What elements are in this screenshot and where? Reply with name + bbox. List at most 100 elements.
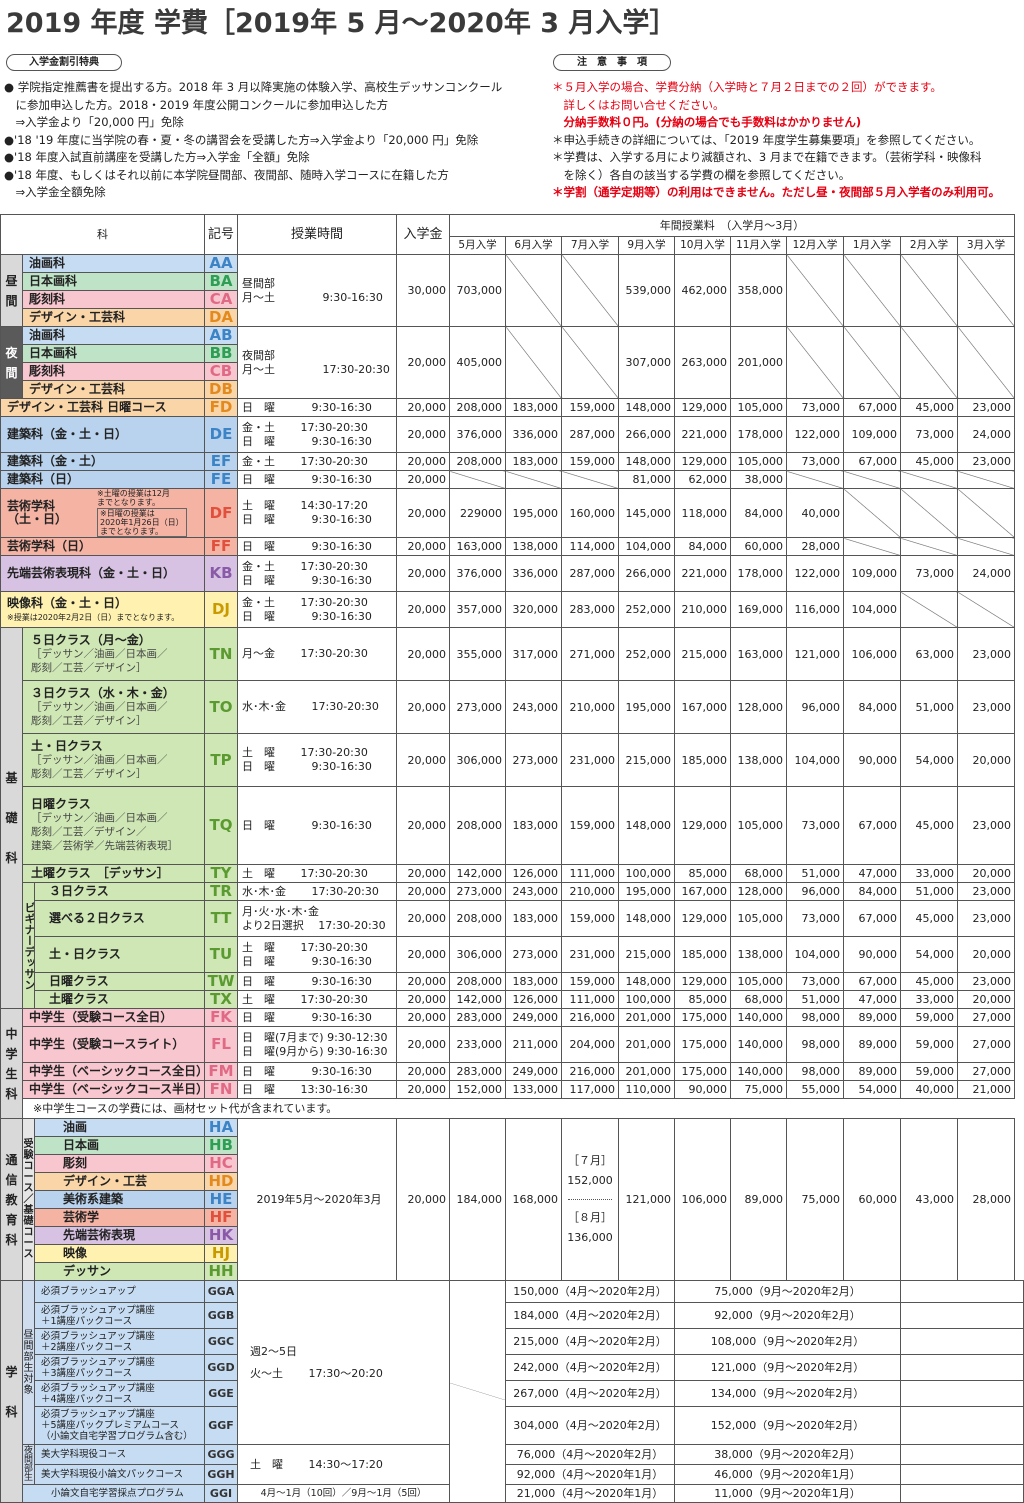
class-time: 週2〜5日 火〜土 17:30〜20:20 (237, 1280, 450, 1445)
entrance-fee: 20,000 (396, 900, 450, 937)
entrance-fee: 20,000 (396, 864, 450, 883)
empty-cell (786, 470, 844, 489)
fee-range-a: 267,000（4月〜2020年2月） (505, 1380, 675, 1407)
course-name: 日本画 (34, 1136, 205, 1155)
course-code: TY (204, 864, 238, 883)
fee-cell: 168,000 (505, 1118, 562, 1281)
fee-cell: 208,000 (449, 398, 506, 417)
empty-cell (900, 1444, 1024, 1465)
fee-cell: 23,000 (956, 398, 1016, 417)
empty-cell (900, 488, 958, 538)
fee-cell: 51,000 (786, 990, 844, 1009)
table-row: 学科昼間部生対象必須ブラッシュアップ GGA 週2〜5日 火〜土 17:30〜20:2… (0, 1280, 1024, 1503)
section-label: 昼間 (0, 254, 23, 327)
fee-cell: 184,000 (449, 1118, 506, 1281)
fee-cell: 159,000 (561, 900, 619, 937)
course-code: HK (204, 1226, 238, 1245)
class-time: 土 曜 14:30-17:20 日 曜 9:30-16:30 (237, 488, 397, 538)
fee-range-b: 46,000（9月〜2020年1月） (674, 1464, 901, 1485)
course-code: GGE (204, 1380, 238, 1407)
table-row: 芸術学科 （土・日） ※土曜の授業は12月 までとなります。 ※日曜の授業は 2020年1… (0, 488, 1024, 538)
fee-cell: 20,000 (956, 936, 1016, 973)
header-month: 1月入学 (843, 236, 901, 255)
fee-cell: 85,000 (674, 990, 731, 1009)
class-time: 夜間部 月〜土 17:30-20:30 (237, 326, 397, 399)
course-code: TP (204, 733, 238, 787)
fee-cell: 67,000 (843, 398, 901, 417)
course-name: 美術系建築 (34, 1190, 205, 1209)
fee-cell: 306,000 (449, 936, 506, 973)
fee-range-b: 134,000（9月〜2020年2月） (674, 1380, 901, 1407)
class-time: 金・土 17:30-20:30 日 曜 9:30-16:30 (237, 555, 397, 592)
class-time: 日 曜 9:30-16:30 (237, 537, 397, 556)
fee-range-a: 242,000（4月〜2020年2月） (505, 1354, 675, 1381)
header-month: 11月入学 (730, 236, 787, 255)
fee-cell: 195,000 (618, 680, 675, 734)
empty-cell (956, 488, 1016, 538)
fee-cell: 283,000 (561, 591, 619, 628)
class-time: 水･木･金 17:30-20:30 (237, 680, 397, 734)
empty-cell (900, 1354, 1024, 1381)
table-row: 夜間部生美大学科現役コース GGG 土 曜 14:30〜17:20 76,000（4月… (1, 1444, 1024, 1485)
fee-cell: 336,000 (505, 555, 562, 592)
entrance-fee: 20,000 (396, 470, 450, 489)
fee-cell: 43,000 (900, 1118, 958, 1281)
course-code: AA (204, 254, 238, 273)
header-month: 6月入学 (505, 236, 562, 255)
course-name: 中学生（ベーシックコース全日） (22, 1062, 205, 1081)
course-code: GGG (204, 1444, 238, 1465)
course-name: 必須ブラッシュアップ講座 ＋3講座パックコース (34, 1354, 205, 1381)
fee-cell: 40,000 (900, 1080, 958, 1099)
course-name: 必須ブラッシュアップ講座 ＋5講座パックプレミアムコース （小論文自宅学習プログラム… (34, 1406, 205, 1445)
course-name: 必須ブラッシュアップ講座 ＋2講座パックコース (34, 1328, 205, 1355)
fee-cell: 252,000 (618, 627, 675, 681)
header-month: 5月入学 (449, 236, 506, 255)
table-row: 昼間油画科 AA 昼間部 月〜土 9:30-16:30 30,000 703,000 539… (0, 254, 1024, 327)
fee-cell: 357,000 (449, 591, 506, 628)
note-line: ＊申込手続きの詳細については、「2019 年度学生募集要項」を参照してください。 (552, 132, 981, 147)
fee-cell: 98,000 (786, 1008, 844, 1027)
fee-cell: 233,000 (449, 1026, 506, 1063)
fee-cell: 105,000 (730, 786, 787, 865)
fee-cell: 45,000 (900, 900, 958, 937)
fee-cell: 98,000 (786, 1062, 844, 1081)
fee-cell: 183,000 (505, 972, 562, 991)
fee-cell: 105,000 (730, 398, 787, 417)
fee-cell: 28,000 (956, 1118, 1016, 1281)
fee-cell: 210,000 (561, 680, 619, 734)
header-month: 3月入学 (956, 236, 1016, 255)
fee-cell: 84,000 (730, 488, 787, 538)
fee-cell: 38,000 (730, 470, 787, 489)
fee-cell: 89,000 (843, 1026, 901, 1063)
class-time: 土 曜 17:30-20:30 (237, 990, 397, 1009)
header-nyugaku: 入学金 (396, 214, 450, 255)
course-name: 土・日クラス (34, 936, 205, 973)
course-code: GGC (204, 1328, 238, 1355)
course-name: デザイン・工芸科 (22, 380, 205, 399)
table-row: 通信教育科受験コース／基礎コース油画 HA 2019年5月〜2020年3月 20,00… (0, 1118, 1024, 1281)
benefit-line: ●'18 '19 年度に当学院の春・夏・冬の講習会を受講した方⇒入学金より「20… (4, 132, 479, 147)
table-row: 建築科（日） FE 日 曜 9:30-16:30 20,000 81,000 62,000… (0, 470, 1024, 489)
course-code: TU (204, 936, 238, 973)
course-name: ５日クラス（月〜金） ［デッサン／油画／日本画／ 彫刻／工芸／デザイン］ (22, 627, 205, 681)
fee-cell: 201,000 (618, 1008, 675, 1027)
table-row: 先端芸術表現科（金・土・日） KB 金・土 17:30-20:30 日 曜 9:30-… (0, 555, 1024, 592)
section-label: 夜間 (0, 326, 23, 399)
benefit-line: ⇒入学金より「20,000 円」免除 (4, 115, 184, 129)
fee-cell: 59,000 (900, 1026, 958, 1063)
course-code: GGH (204, 1464, 238, 1485)
course-code: DA (204, 308, 238, 327)
fee-cell: 109,000 (843, 555, 901, 592)
fee-cell: 215,000 (618, 936, 675, 973)
notes-list: ＊５月入学の場合、学費分納（入学時と７月２日までの２回）ができます。 詳しくはお… (552, 79, 1024, 202)
fee-cell: 273,000 (449, 882, 506, 901)
course-code: TQ (204, 786, 238, 865)
fee-cell: 51,000 (786, 864, 844, 883)
course-code: TN (204, 627, 238, 681)
fee-cell: 271,000 (561, 627, 619, 681)
fee-cell: 185,000 (674, 936, 731, 973)
course-name: 彫刻科 (22, 362, 205, 381)
table-row: 必須ブラッシュアップ講座 ＋5講座パックプレミアムコース （小論文自宅学習プログラム… (1, 1406, 1024, 1445)
header-ka: 科 (0, 214, 205, 255)
table-row: 建築科（金・土） EF 金・土 17:30-20:30 20,000 208,000 18… (0, 452, 1024, 471)
